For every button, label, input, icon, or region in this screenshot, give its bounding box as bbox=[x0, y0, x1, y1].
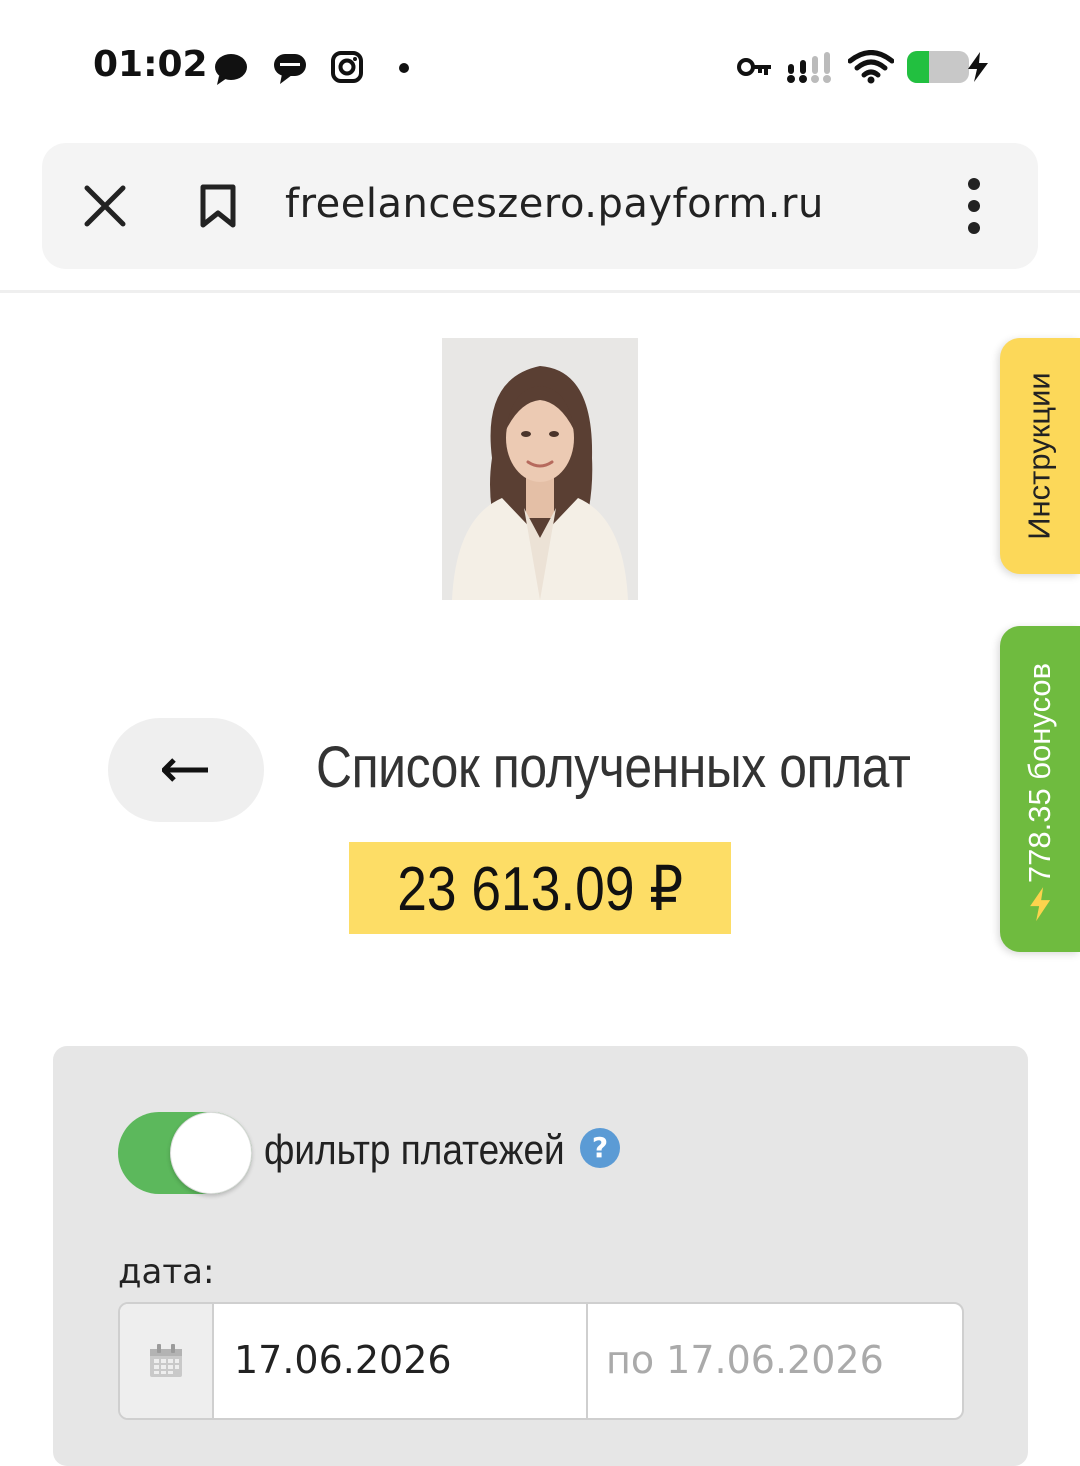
total-amount-badge: 23 613.09 ₽ bbox=[349, 842, 731, 934]
date-label: дата: bbox=[118, 1252, 215, 1292]
battery-icon bbox=[907, 51, 969, 83]
payment-filter-toggle[interactable] bbox=[118, 1112, 252, 1194]
signal-icon bbox=[787, 52, 831, 83]
messages-icon bbox=[274, 54, 306, 84]
total-amount: 23 613.09 ₽ bbox=[397, 854, 683, 924]
wifi-icon bbox=[848, 50, 894, 84]
date-to-placeholder: по 17.06.2026 bbox=[606, 1338, 884, 1382]
dot-icon bbox=[399, 63, 409, 73]
bonus-tab-content: 778.35 бонусов bbox=[1022, 662, 1058, 922]
close-icon[interactable] bbox=[84, 185, 126, 227]
charging-icon bbox=[968, 52, 988, 82]
toggle-knob bbox=[170, 1112, 252, 1194]
calendar-addon[interactable] bbox=[120, 1304, 214, 1418]
help-icon[interactable]: ? bbox=[580, 1128, 620, 1168]
bonus-tab[interactable]: 778.35 бонусов bbox=[1000, 626, 1080, 952]
instructions-tab-label: Инструкции bbox=[1022, 372, 1058, 540]
date-range-input: 17.06.2026 по 17.06.2026 bbox=[118, 1302, 964, 1420]
arrow-left-icon bbox=[162, 758, 208, 782]
bookmark-icon[interactable] bbox=[199, 183, 237, 229]
toolbar-divider bbox=[0, 290, 1080, 293]
browser-toolbar: freelanceszero.payform.ru bbox=[42, 143, 1038, 269]
clock: 01:02 bbox=[93, 44, 208, 85]
calendar-icon bbox=[150, 1344, 182, 1377]
bonus-tab-label: 778.35 бонусов bbox=[1022, 662, 1058, 884]
date-from-value: 17.06.2026 bbox=[234, 1338, 452, 1382]
status-bar: 01:02 bbox=[0, 0, 1080, 130]
vpn-key-icon bbox=[737, 58, 771, 76]
date-to-field[interactable]: по 17.06.2026 bbox=[588, 1304, 960, 1418]
more-options-icon[interactable] bbox=[964, 177, 984, 235]
instructions-tab[interactable]: Инструкции bbox=[1000, 338, 1080, 574]
page-title: Список полученных оплат bbox=[316, 735, 911, 800]
date-from-field[interactable]: 17.06.2026 bbox=[214, 1304, 588, 1418]
payment-filter-label: фильтр платежей bbox=[264, 1126, 565, 1173]
address-bar-url[interactable]: freelanceszero.payform.ru bbox=[285, 181, 824, 227]
chat-bubble-icon bbox=[215, 54, 247, 85]
profile-photo bbox=[442, 338, 638, 600]
instagram-icon bbox=[331, 51, 363, 83]
back-button[interactable] bbox=[108, 718, 264, 822]
lightning-icon bbox=[1030, 887, 1051, 922]
